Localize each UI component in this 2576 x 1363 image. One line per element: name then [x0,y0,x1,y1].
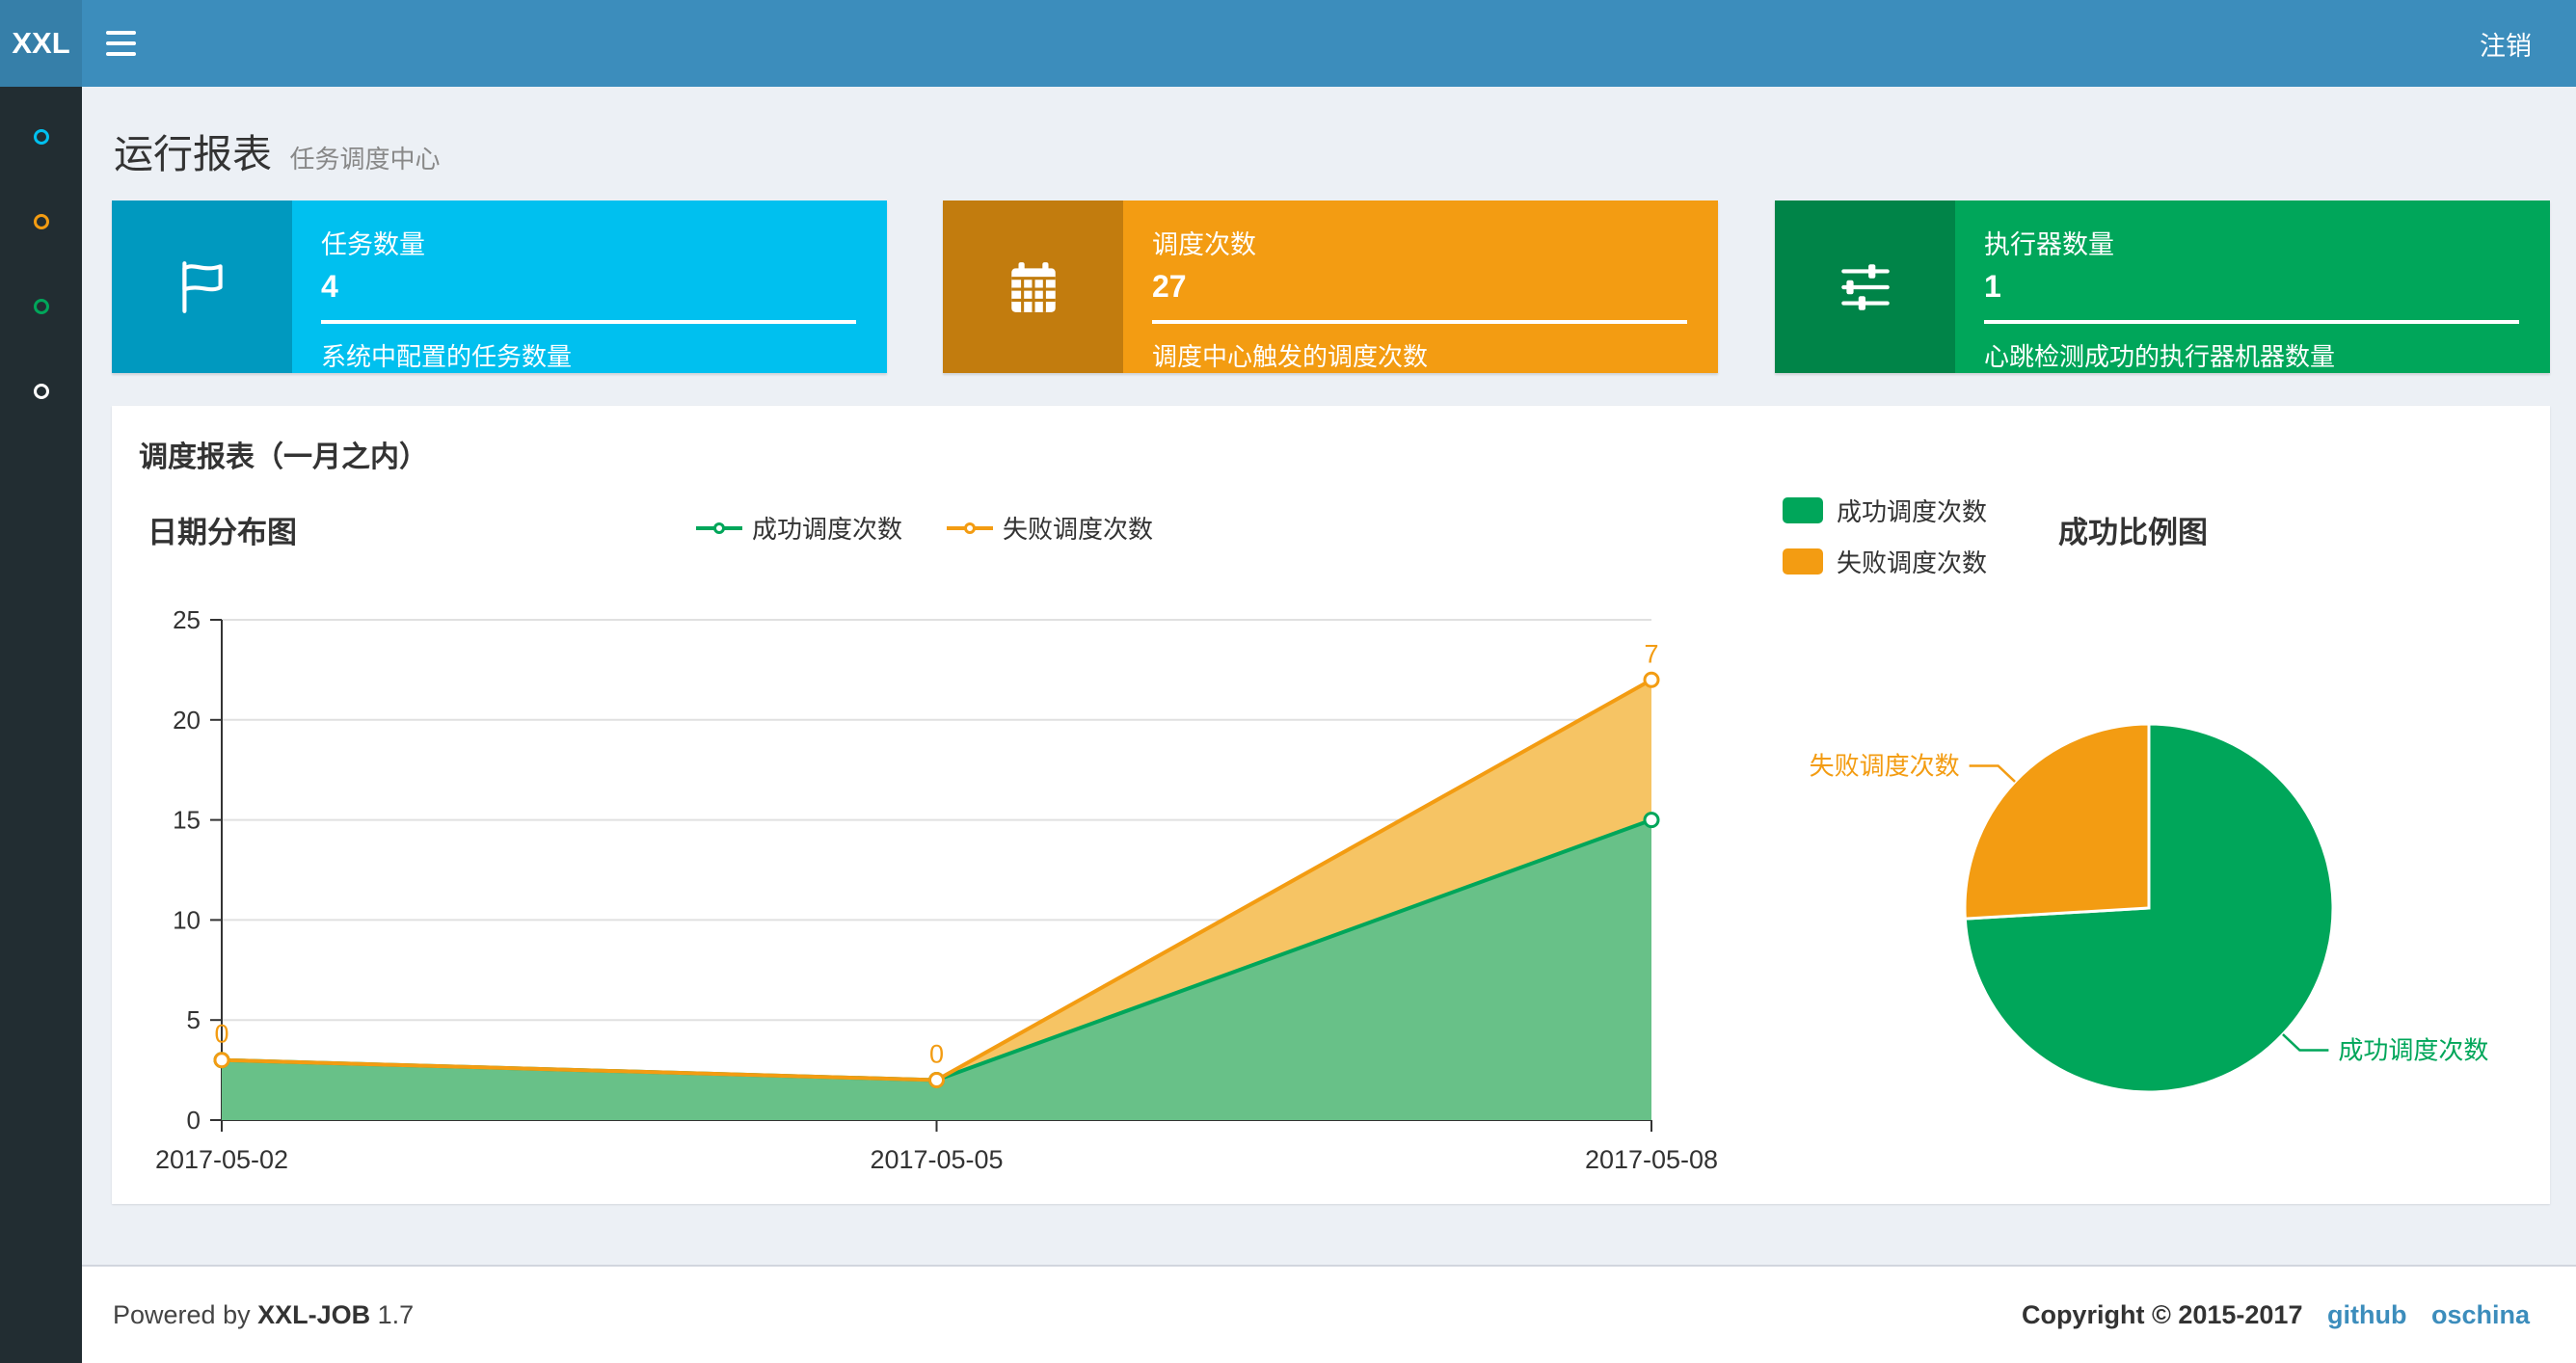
line-series-icon [695,520,742,537]
pie-legend-fail[interactable]: 失败调度次数 [1783,544,1987,579]
sliders-icon [1775,200,1955,373]
flag-icon [112,200,292,373]
legend-item-success[interactable]: 成功调度次数 [695,510,902,546]
info-box-description: 心跳检测成功的执行器机器数量 [1984,342,2336,371]
svg-text:0: 0 [929,1039,944,1068]
progress-line [321,320,856,324]
sidebar-toggle-button[interactable] [82,0,159,87]
svg-text:10: 10 [173,905,201,934]
page-header: 运行报表 任务调度中心 [114,121,440,179]
info-box-executor-count: 执行器数量 1 心跳检测成功的执行器机器数量 [1775,200,2550,373]
info-box-value: 1 [1984,269,2001,304]
svg-text:5: 5 [187,1005,201,1034]
svg-text:失败调度次数: 失败调度次数 [1810,751,1960,780]
top-navbar: XXL 注销 [0,0,2576,87]
info-box-label: 任务数量 [321,230,425,259]
sidebar [0,87,82,1363]
version: 1.7 [377,1299,415,1329]
legend-label: 失败调度次数 [1003,515,1154,544]
progress-line [1152,320,1687,324]
line-chart-legend: 成功调度次数 失败调度次数 [587,510,1262,546]
oschina-link[interactable]: oschina [2431,1300,2530,1329]
info-box-description: 调度中心触发的调度次数 [1152,342,1429,371]
pie-chart-title: 成功比例图 [2058,516,2208,549]
calendar-icon [943,200,1123,373]
info-box-job-count: 任务数量 4 系统中配置的任务数量 [112,200,887,373]
progress-line [1984,320,2519,324]
svg-text:成功调度次数: 成功调度次数 [2338,1036,2488,1065]
swatch-icon [1783,548,1823,575]
info-box-value: 4 [321,269,338,304]
sidebar-item-dispatch-log[interactable] [0,264,82,349]
brand-name: XXL-JOB [257,1299,371,1329]
svg-text:2017-05-05: 2017-05-05 [870,1145,1003,1174]
svg-text:15: 15 [173,806,201,835]
github-link[interactable]: github [2327,1300,2406,1329]
line-chart-title: 日期分布图 [148,516,297,549]
circle-icon [33,384,49,399]
svg-text:25: 25 [173,605,201,634]
legend-label: 成功调度次数 [1837,497,1988,526]
app-logo[interactable]: XXL [0,0,82,87]
report-panel: 调度报表（一月之内） 0 5 10 15 20 25 2017-05-02 2017-05-0… [112,406,2550,1204]
info-box-value: 27 [1152,269,1187,304]
legend-label: 失败调度次数 [1837,548,1988,577]
circle-icon [33,214,49,229]
footer-powered: Powered by XXL-JOB 1.7 [113,1299,415,1329]
pie-chart-legend: 成功调度次数 失败调度次数 [1783,493,1987,579]
svg-text:2017-05-02: 2017-05-02 [155,1145,288,1174]
copyright-text: Copyright © 2015-2017 [2021,1299,2303,1329]
svg-text:20: 20 [173,706,201,735]
page-subtitle: 任务调度中心 [289,145,441,174]
sidebar-item-job-manage[interactable] [0,179,82,264]
circle-icon [33,129,49,145]
svg-text:2017-05-08: 2017-05-08 [1585,1145,1718,1174]
swatch-icon [1783,497,1823,523]
circle-icon [33,299,49,314]
pie-legend-success[interactable]: 成功调度次数 [1783,493,1987,528]
legend-label: 成功调度次数 [751,515,902,544]
sidebar-item-run-report[interactable] [0,94,82,179]
footer: Powered by XXL-JOB 1.7 Copyright © 2015-… [82,1265,2576,1363]
footer-copyright: Copyright © 2015-2017 github oschina [2022,1300,2530,1330]
legend-item-fail[interactable]: 失败调度次数 [947,510,1153,546]
info-box-description: 系统中配置的任务数量 [321,342,573,371]
info-box-trigger-count: 调度次数 27 调度中心触发的调度次数 [943,200,1718,373]
sidebar-item-help[interactable] [0,349,82,434]
info-box-label: 调度次数 [1152,230,1256,259]
hamburger-icon [105,31,136,35]
svg-text:7: 7 [1644,639,1658,668]
logout-link[interactable]: 注销 [2435,0,2576,87]
svg-text:0: 0 [214,1020,228,1049]
info-box-label: 执行器数量 [1984,230,2114,259]
page-title: 运行报表 [114,132,272,176]
svg-text:0: 0 [187,1106,201,1135]
line-series-icon [947,520,993,537]
